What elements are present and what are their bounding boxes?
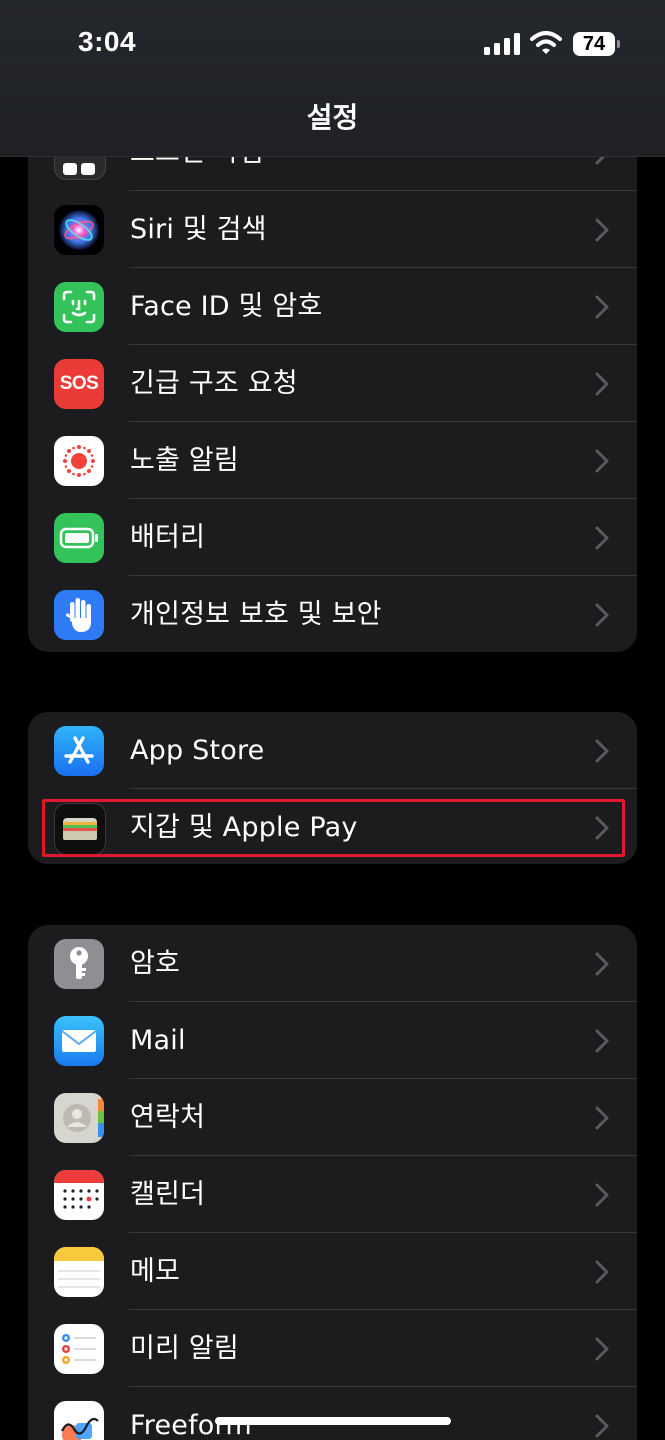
highlight-box [42,799,625,857]
battery-status: 74 [573,32,615,56]
row-app-store[interactable]: App Store [28,712,637,789]
settings-list[interactable]: 스크린 타임 [0,0,665,1440]
siri-icon [54,205,104,255]
row-freeform[interactable]: Freeform [28,1387,637,1440]
row-calendar[interactable]: 캘린더 [28,1156,637,1233]
row-label: App Store [130,735,265,766]
chevron-right-icon [595,1029,609,1053]
home-indicator[interactable] [215,1417,451,1425]
key-icon [54,939,104,989]
chevron-right-icon [595,1260,609,1284]
freeform-icon [54,1401,104,1440]
row-label: Mail [130,1025,186,1056]
row-label: 노출 알림 [130,445,239,476]
page-title: 설정 [306,101,359,134]
row-battery[interactable]: 배터리 [28,499,637,576]
row-contacts[interactable]: 연락처 [28,1079,637,1156]
battery-tip [617,40,620,48]
row-label: 메모 [130,1256,181,1287]
row-notes[interactable]: 메모 [28,1233,637,1310]
face-id-icon [54,282,104,332]
settings-group-apps: 암호 Mail 연락처 캘린더 메모 미리 알림 Freeform [28,925,637,1440]
row-label: Siri 및 검색 [130,214,267,245]
row-label: 연락처 [130,1102,206,1133]
sos-icon: SOS [54,359,104,409]
chevron-right-icon [595,372,609,396]
row-siri[interactable]: Siri 및 검색 [28,191,637,268]
chevron-right-icon [595,1337,609,1361]
chevron-right-icon [595,1183,609,1207]
privacy-hand-icon [54,590,104,640]
row-label: 긴급 구조 요청 [130,368,298,399]
chevron-right-icon [595,218,609,242]
exposure-notification-icon [54,436,104,486]
row-label: 미리 알림 [130,1333,239,1364]
mail-icon [54,1016,104,1066]
row-mail[interactable]: Mail [28,1002,637,1079]
chevron-right-icon [595,739,609,763]
row-reminders[interactable]: 미리 알림 [28,1310,637,1387]
chevron-right-icon [595,295,609,319]
row-label: Freeform [130,1410,252,1440]
chevron-right-icon [595,603,609,627]
chevron-right-icon [595,526,609,550]
reminders-icon [54,1324,104,1374]
chevron-right-icon [595,952,609,976]
sos-icon-text: SOS [59,373,99,394]
row-privacy-security[interactable]: 개인정보 보호 및 보안 [28,576,637,652]
row-label: 암호 [130,948,181,979]
row-face-id[interactable]: Face ID 및 암호 [28,268,637,345]
navigation-bar: 3:04 74 설정 [0,0,665,157]
cellular-signal-icon [484,33,520,55]
notes-icon [54,1247,104,1297]
row-passwords[interactable]: 암호 [28,925,637,1002]
wifi-icon [530,31,562,54]
row-label: 개인정보 보호 및 보안 [130,599,382,630]
row-emergency-sos[interactable]: SOS 긴급 구조 요청 [28,345,637,422]
settings-group-system: 스크린 타임 [28,114,637,652]
status-time: 3:04 [78,26,137,57]
chevron-right-icon [595,1106,609,1130]
chevron-right-icon [595,449,609,473]
row-label: Face ID 및 암호 [130,291,323,322]
calendar-icon [54,1170,104,1220]
row-label: 캘린더 [130,1179,206,1210]
battery-icon [54,513,104,563]
row-exposure-notifications[interactable]: 노출 알림 [28,422,637,499]
contacts-icon [54,1093,104,1143]
row-label: 배터리 [130,522,206,553]
app-store-icon [54,726,104,776]
chevron-right-icon [595,1414,609,1438]
